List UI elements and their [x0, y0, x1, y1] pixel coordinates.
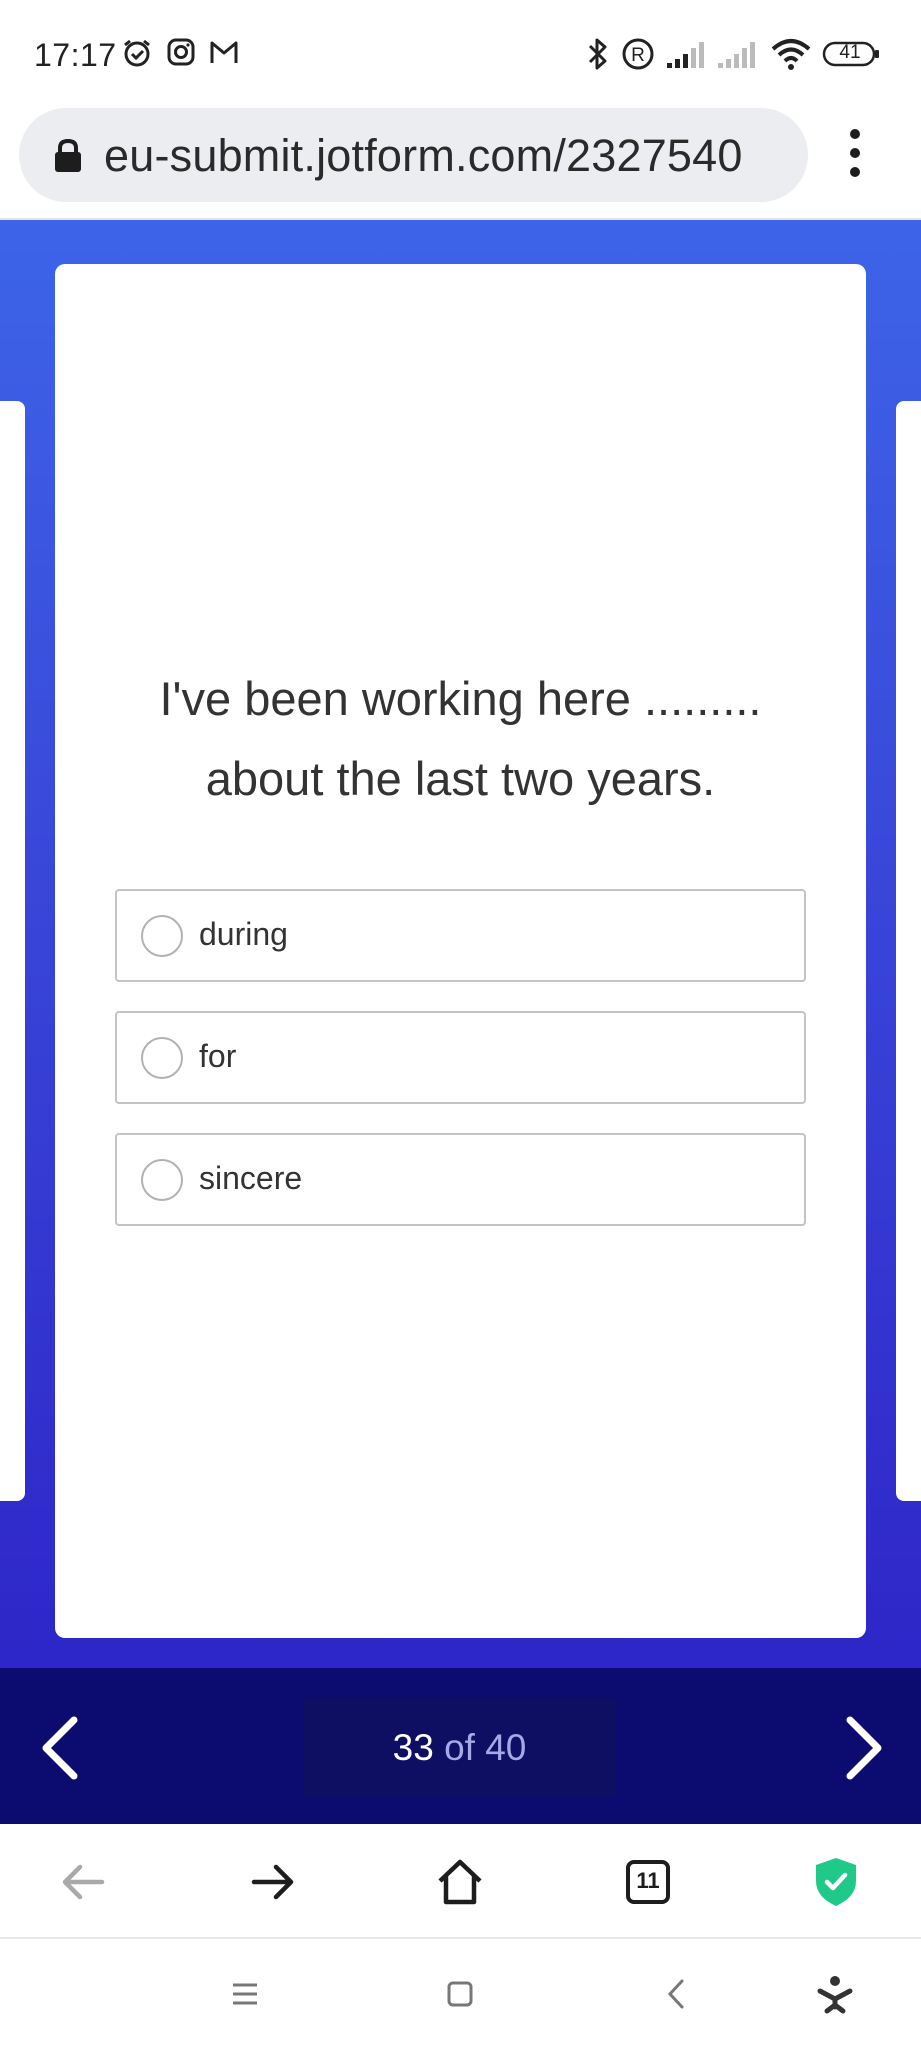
next-card-edge	[896, 401, 921, 1501]
bluetooth-icon	[585, 37, 611, 76]
tabs-button[interactable]: 11	[618, 1852, 678, 1912]
home-button[interactable]	[430, 1852, 490, 1912]
next-question-button[interactable]	[822, 1708, 902, 1788]
page-counter: 33 of 40	[303, 1698, 616, 1798]
system-navigation-bar	[0, 1939, 921, 2048]
chevron-right-icon	[846, 1716, 882, 1780]
url-text: eu-submit.jotform.com/2327540	[104, 130, 743, 181]
accessibility-icon	[817, 1976, 853, 2014]
address-bar[interactable]: eu-submit.jotform.com/2327540	[19, 108, 808, 202]
tab-count: 11	[636, 1868, 660, 1893]
question-line-2: about the last two years.	[205, 752, 716, 805]
shield-button[interactable]	[806, 1852, 866, 1912]
page-current: 33	[392, 1727, 434, 1768]
alarm-icon	[121, 37, 153, 74]
chevron-left-icon	[42, 1716, 78, 1780]
back-button[interactable]	[54, 1852, 114, 1912]
status-bar: 17:17 R 41	[0, 0, 921, 105]
radio-button[interactable]	[141, 915, 183, 957]
registered-icon: R	[621, 37, 655, 76]
form-pager: 33 of 40	[0, 1668, 921, 1824]
page-total: of 40	[444, 1727, 527, 1768]
browser-toolbar: 11	[0, 1824, 921, 1939]
lock-icon	[53, 138, 83, 179]
browser-url-area: eu-submit.jotform.com/2327540	[0, 105, 921, 220]
status-time: 17:17	[34, 37, 117, 73]
chevron-back-icon	[667, 1979, 684, 2009]
system-back-button[interactable]	[652, 1969, 702, 2019]
form-stage: I've been working here ......... about t…	[0, 220, 921, 1668]
battery-level: 41	[839, 42, 861, 63]
radio-button[interactable]	[141, 1037, 183, 1079]
system-home-button[interactable]	[435, 1969, 485, 2019]
question-line-1: I've been working here .........	[159, 672, 762, 725]
arrow-right-icon	[251, 1864, 294, 1900]
previous-question-button[interactable]	[22, 1708, 102, 1788]
arrow-left-icon	[62, 1864, 105, 1900]
previous-card-edge	[0, 401, 25, 1501]
shield-check-icon	[816, 1858, 856, 1906]
battery-icon: 41	[822, 41, 880, 72]
square-icon	[447, 1981, 473, 2007]
gmail-icon	[208, 37, 240, 72]
browser-menu-icon[interactable]	[838, 129, 872, 181]
signal-icon	[665, 37, 709, 74]
accessibility-button[interactable]	[810, 1969, 860, 2019]
option-label: for	[199, 1038, 237, 1074]
question-card: I've been working here ......... about t…	[55, 264, 866, 1638]
radio-button[interactable]	[141, 1159, 183, 1201]
question-text: I've been working here ......... about t…	[55, 659, 866, 819]
signal-2-icon	[716, 37, 760, 74]
instagram-icon	[166, 37, 196, 72]
home-icon	[438, 1859, 482, 1905]
option-sincere[interactable]: sincere	[115, 1133, 806, 1226]
wifi-icon	[770, 37, 812, 76]
menu-lines-icon	[233, 1983, 257, 2005]
forward-button[interactable]	[242, 1852, 302, 1912]
option-for[interactable]: for	[115, 1011, 806, 1104]
option-label: during	[199, 916, 288, 952]
recent-apps-button[interactable]	[220, 1969, 270, 2019]
svg-text:R: R	[631, 45, 645, 66]
option-label: sincere	[199, 1160, 303, 1196]
option-during[interactable]: during	[115, 889, 806, 982]
